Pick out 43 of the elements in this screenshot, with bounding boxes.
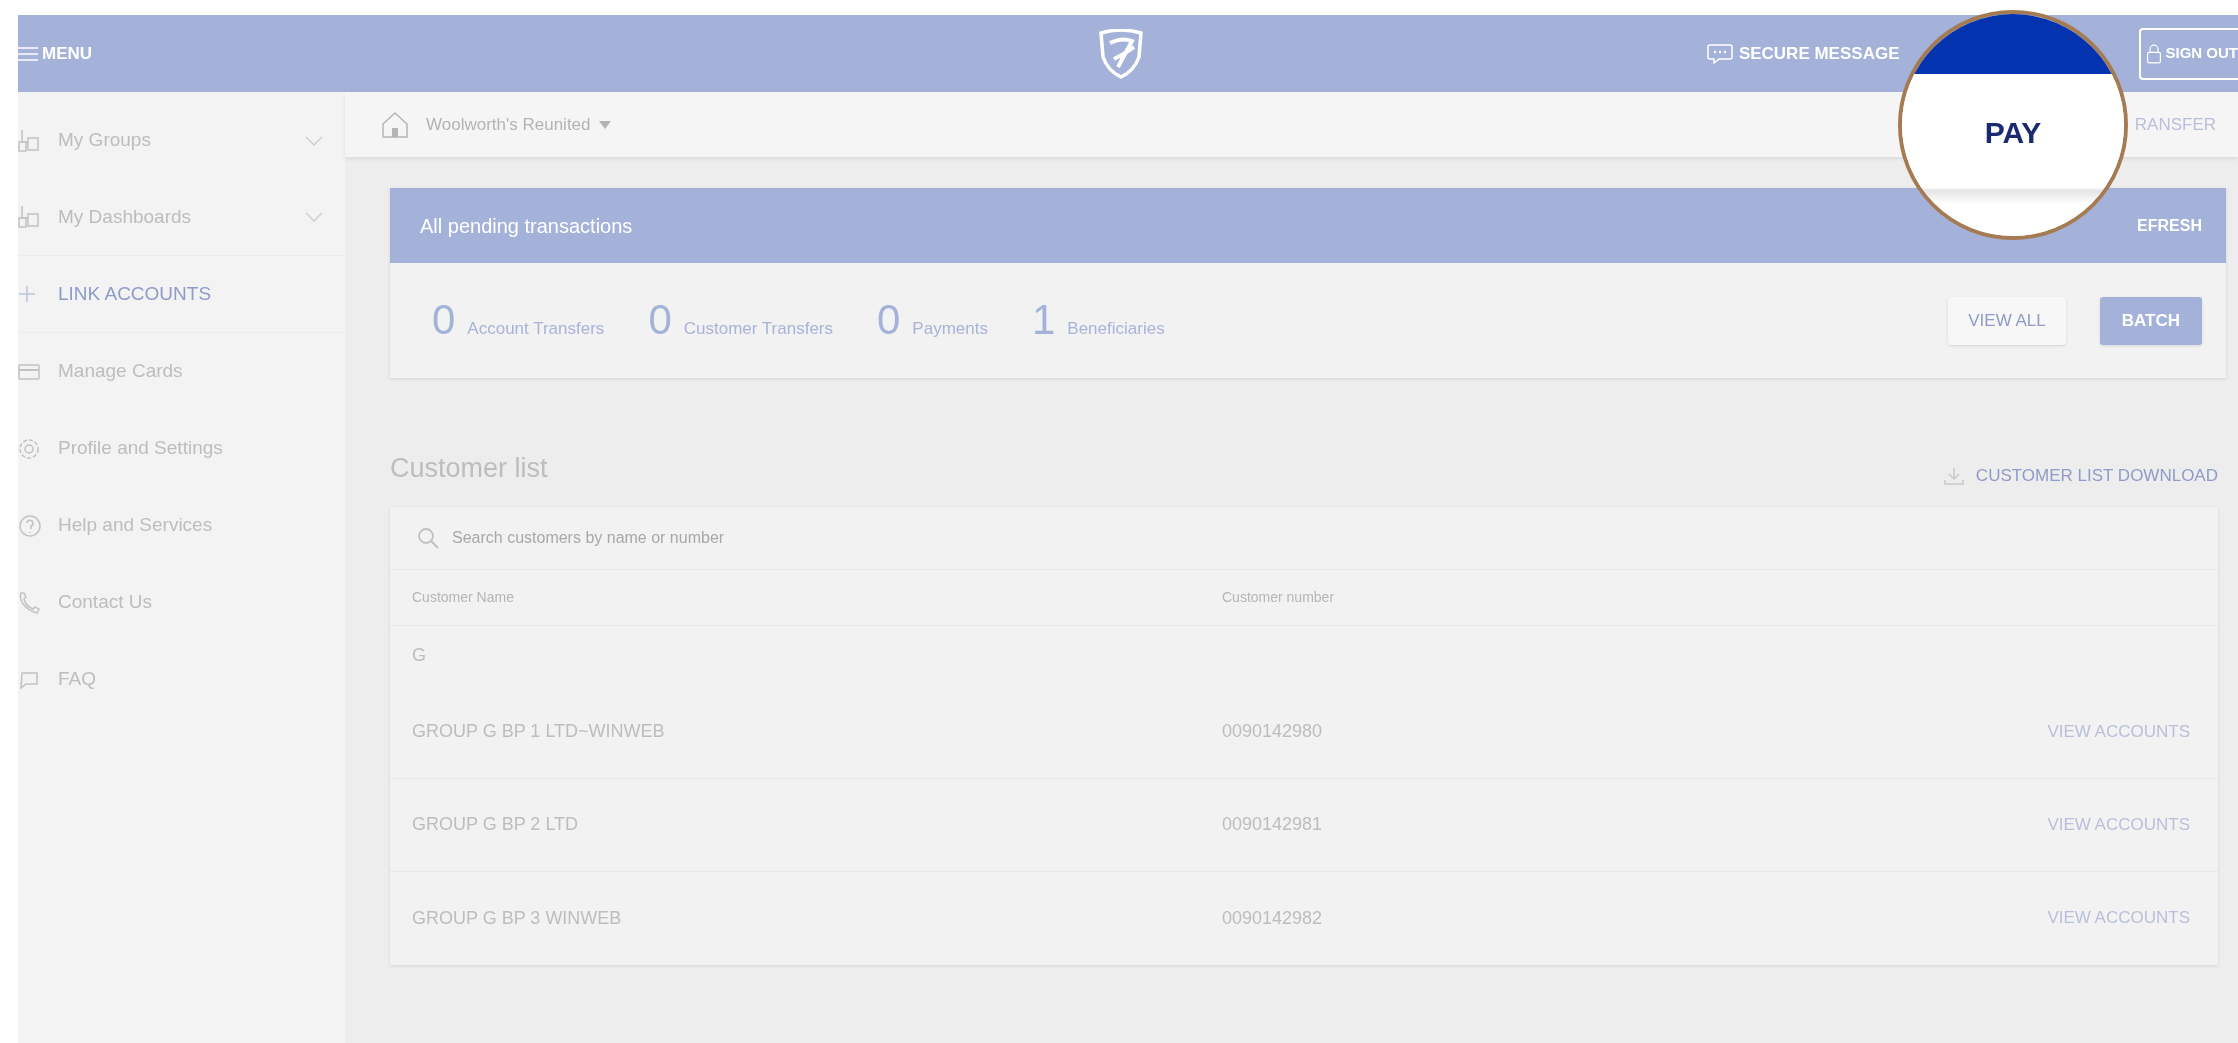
chat-icon	[18, 669, 40, 690]
transfer-button[interactable]: RANSFER	[2134, 111, 2216, 138]
count-value: 0	[877, 299, 901, 342]
hierarchy-icon	[18, 205, 40, 229]
download-icon	[1943, 466, 1964, 485]
batch-button[interactable]: BATCH	[2099, 296, 2202, 345]
phone-icon	[18, 590, 40, 615]
count-label: Beneficiaries	[1067, 318, 1165, 341]
menu-icon	[18, 45, 38, 62]
chat-bubble-icon	[1706, 42, 1735, 65]
caret-icon	[598, 120, 611, 129]
hierarchy-icon	[18, 128, 40, 153]
chevron-down-icon	[305, 212, 323, 222]
search-icon	[416, 525, 440, 550]
sign-out-button[interactable]: SIGN OUT	[2139, 27, 2238, 80]
column-header: Customer number	[1222, 587, 1335, 607]
count-value: 0	[432, 299, 456, 342]
pending-title: All pending transactions	[420, 213, 633, 239]
count-value: 1	[1031, 299, 1056, 342]
count-value: 0	[648, 299, 672, 342]
menu-button[interactable]: MENU	[18, 15, 101, 92]
shield-logo-icon	[1098, 29, 1144, 79]
download-button[interactable]: CUSTOMER LIST DOWNLOAD	[1943, 463, 2218, 489]
account-dropdown[interactable]: Woolworth's Reunited	[426, 111, 611, 138]
padlock-icon	[2146, 42, 2163, 65]
plus-icon	[18, 285, 36, 303]
sidebar-action-link[interactable]: LINK ACCOUNTS	[58, 279, 212, 309]
home-icon	[380, 109, 410, 140]
secure-message-button[interactable]: SECURE MESSAGE	[1706, 40, 1900, 67]
view-accounts-link[interactable]: VIEW ACCOUNTS	[2047, 905, 2190, 931]
card-icon	[18, 362, 40, 381]
column-header: Customer Name	[412, 587, 515, 607]
view-all-button[interactable]: VIEW ALL	[1948, 296, 2066, 345]
view-accounts-link[interactable]: VIEW ACCOUNTS	[2047, 718, 2190, 745]
chevron-down-icon	[305, 135, 323, 146]
count-label: Account Transfers	[467, 318, 605, 341]
refresh-button[interactable]: EFRESH	[2137, 213, 2202, 238]
view-accounts-link[interactable]: VIEW ACCOUNTS	[2047, 811, 2190, 838]
search-field[interactable]: Search customers by name or number	[452, 517, 2192, 558]
pay-tab[interactable]: PAY	[1984, 110, 2042, 155]
count-label: Customer Transfers	[683, 318, 833, 341]
count-label: Payments	[912, 318, 988, 341]
help-icon	[18, 513, 42, 538]
